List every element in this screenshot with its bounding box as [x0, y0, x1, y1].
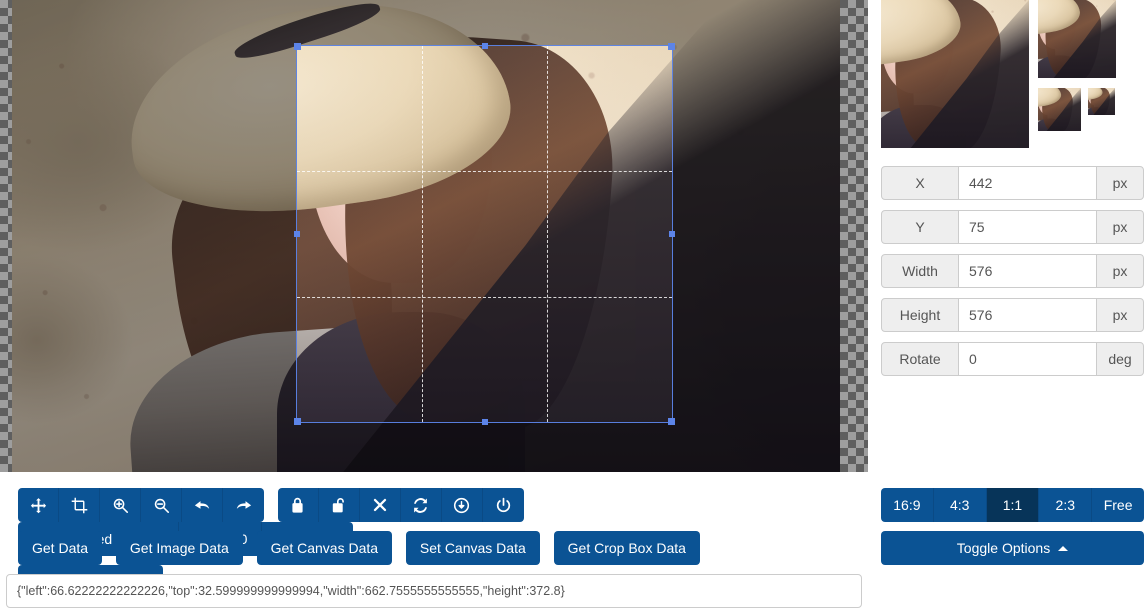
toggle-options-button[interactable]: Toggle Options — [881, 531, 1144, 565]
cropper-canvas-container[interactable] — [0, 0, 868, 472]
get-crop-box-data-button[interactable]: Get Crop Box Data — [553, 531, 700, 565]
preview-medium — [1038, 0, 1116, 78]
lock-icon-button[interactable] — [277, 488, 319, 522]
crop-icon — [71, 497, 88, 514]
zoom-out-icon-button[interactable] — [141, 488, 182, 522]
field-width-unit: px — [1096, 254, 1144, 288]
field-height-unit: px — [1096, 298, 1144, 332]
transform-button-group — [18, 488, 264, 522]
power-icon — [495, 497, 512, 514]
data-output-field[interactable]: {"left":66.62222222222226,"top":32.59999… — [6, 574, 862, 608]
field-y-input[interactable] — [959, 210, 1096, 244]
field-rotate-input[interactable] — [959, 342, 1096, 376]
rotate-right-icon-button[interactable] — [223, 488, 264, 522]
aspect-ratio-row: 16:9 4:3 1:1 2:3 Free — [881, 488, 1144, 522]
control-button-group — [277, 488, 524, 522]
toggle-options-row: Toggle Options — [881, 531, 1144, 565]
refresh-icon — [412, 497, 429, 514]
aspect-ratio-1-1[interactable]: 1:1 — [986, 488, 1040, 522]
crop-grid-line-v2 — [546, 46, 548, 422]
field-x-input[interactable] — [959, 166, 1096, 200]
field-rotate: Rotate deg — [881, 342, 1144, 376]
left-column: Get Cropped Canvas 160 × 90 320 × 180 Ge… — [0, 0, 868, 615]
get-canvas-data-button[interactable]: Get Canvas Data — [256, 531, 393, 565]
refresh-icon-button[interactable] — [400, 488, 442, 522]
crop-handle-s[interactable] — [481, 419, 488, 425]
field-width-label: Width — [881, 254, 959, 288]
field-rotate-unit: deg — [1096, 342, 1144, 376]
preview-large — [881, 0, 1029, 148]
rotate-left-icon — [193, 496, 211, 514]
crop-grid-line-h1 — [297, 171, 672, 173]
toggle-options-label: Toggle Options — [956, 540, 1051, 556]
preview-small — [1038, 88, 1081, 131]
field-y-unit: px — [1096, 210, 1144, 244]
preview-tiny — [1088, 88, 1115, 115]
lock-icon — [290, 497, 305, 514]
field-height: Height px — [881, 298, 1144, 332]
crop-box[interactable] — [294, 43, 675, 425]
crop-grid-line-h2 — [297, 296, 672, 298]
aspect-ratio-2-3[interactable]: 2:3 — [1039, 488, 1093, 522]
rotate-right-icon — [235, 496, 253, 514]
aspect-ratio-4-3[interactable]: 4:3 — [933, 488, 987, 522]
unlock-icon — [331, 497, 346, 514]
preview-panel — [878, 0, 1147, 155]
rotate-left-icon-button[interactable] — [182, 488, 223, 522]
field-y: Y px — [881, 210, 1144, 244]
get-image-data-button[interactable]: Get Image Data — [115, 531, 243, 565]
field-height-input[interactable] — [959, 298, 1096, 332]
zoom-out-icon — [153, 497, 170, 514]
power-icon-button[interactable] — [482, 488, 524, 522]
arrow-circle-icon — [453, 497, 470, 514]
aspect-ratio-group: 16:9 4:3 1:1 2:3 Free — [881, 488, 1144, 522]
crop-handle-e[interactable] — [669, 231, 675, 237]
field-x: X px — [881, 166, 1144, 200]
cropper-demo-page: Get Cropped Canvas 160 × 90 320 × 180 Ge… — [0, 0, 1147, 615]
move-icon — [30, 497, 47, 514]
field-x-unit: px — [1096, 166, 1144, 200]
crop-handle-se[interactable] — [668, 418, 675, 425]
field-width-input[interactable] — [959, 254, 1096, 288]
crop-icon-button[interactable] — [59, 488, 100, 522]
get-data-button[interactable]: Get Data — [18, 531, 103, 565]
field-x-label: X — [881, 166, 959, 200]
zoom-in-icon — [112, 497, 129, 514]
aspect-ratio-free[interactable]: Free — [1092, 488, 1144, 522]
crop-handle-n[interactable] — [481, 43, 488, 49]
crop-handle-ne[interactable] — [668, 43, 675, 50]
crop-handle-nw[interactable] — [294, 43, 301, 50]
set-canvas-data-button[interactable]: Set Canvas Data — [405, 531, 540, 565]
move-icon-button[interactable] — [18, 488, 59, 522]
arrow-circle-icon-button[interactable] — [441, 488, 483, 522]
field-rotate-label: Rotate — [881, 342, 959, 376]
field-height-label: Height — [881, 298, 959, 332]
crop-handle-w[interactable] — [294, 231, 300, 237]
field-width: Width px — [881, 254, 1144, 288]
field-y-label: Y — [881, 210, 959, 244]
chevron-up-icon — [1058, 545, 1069, 551]
crop-data-fields: X px Y px Width px Height px Rotate — [881, 166, 1144, 386]
right-column: X px Y px Width px Height px Rotate — [878, 0, 1147, 615]
crop-grid-line-v1 — [421, 46, 423, 422]
close-icon — [372, 497, 388, 513]
unlock-icon-button[interactable] — [318, 488, 360, 522]
zoom-in-icon-button[interactable] — [100, 488, 141, 522]
crop-handle-sw[interactable] — [294, 418, 301, 425]
close-icon-button[interactable] — [359, 488, 401, 522]
aspect-ratio-16-9[interactable]: 16:9 — [881, 488, 934, 522]
